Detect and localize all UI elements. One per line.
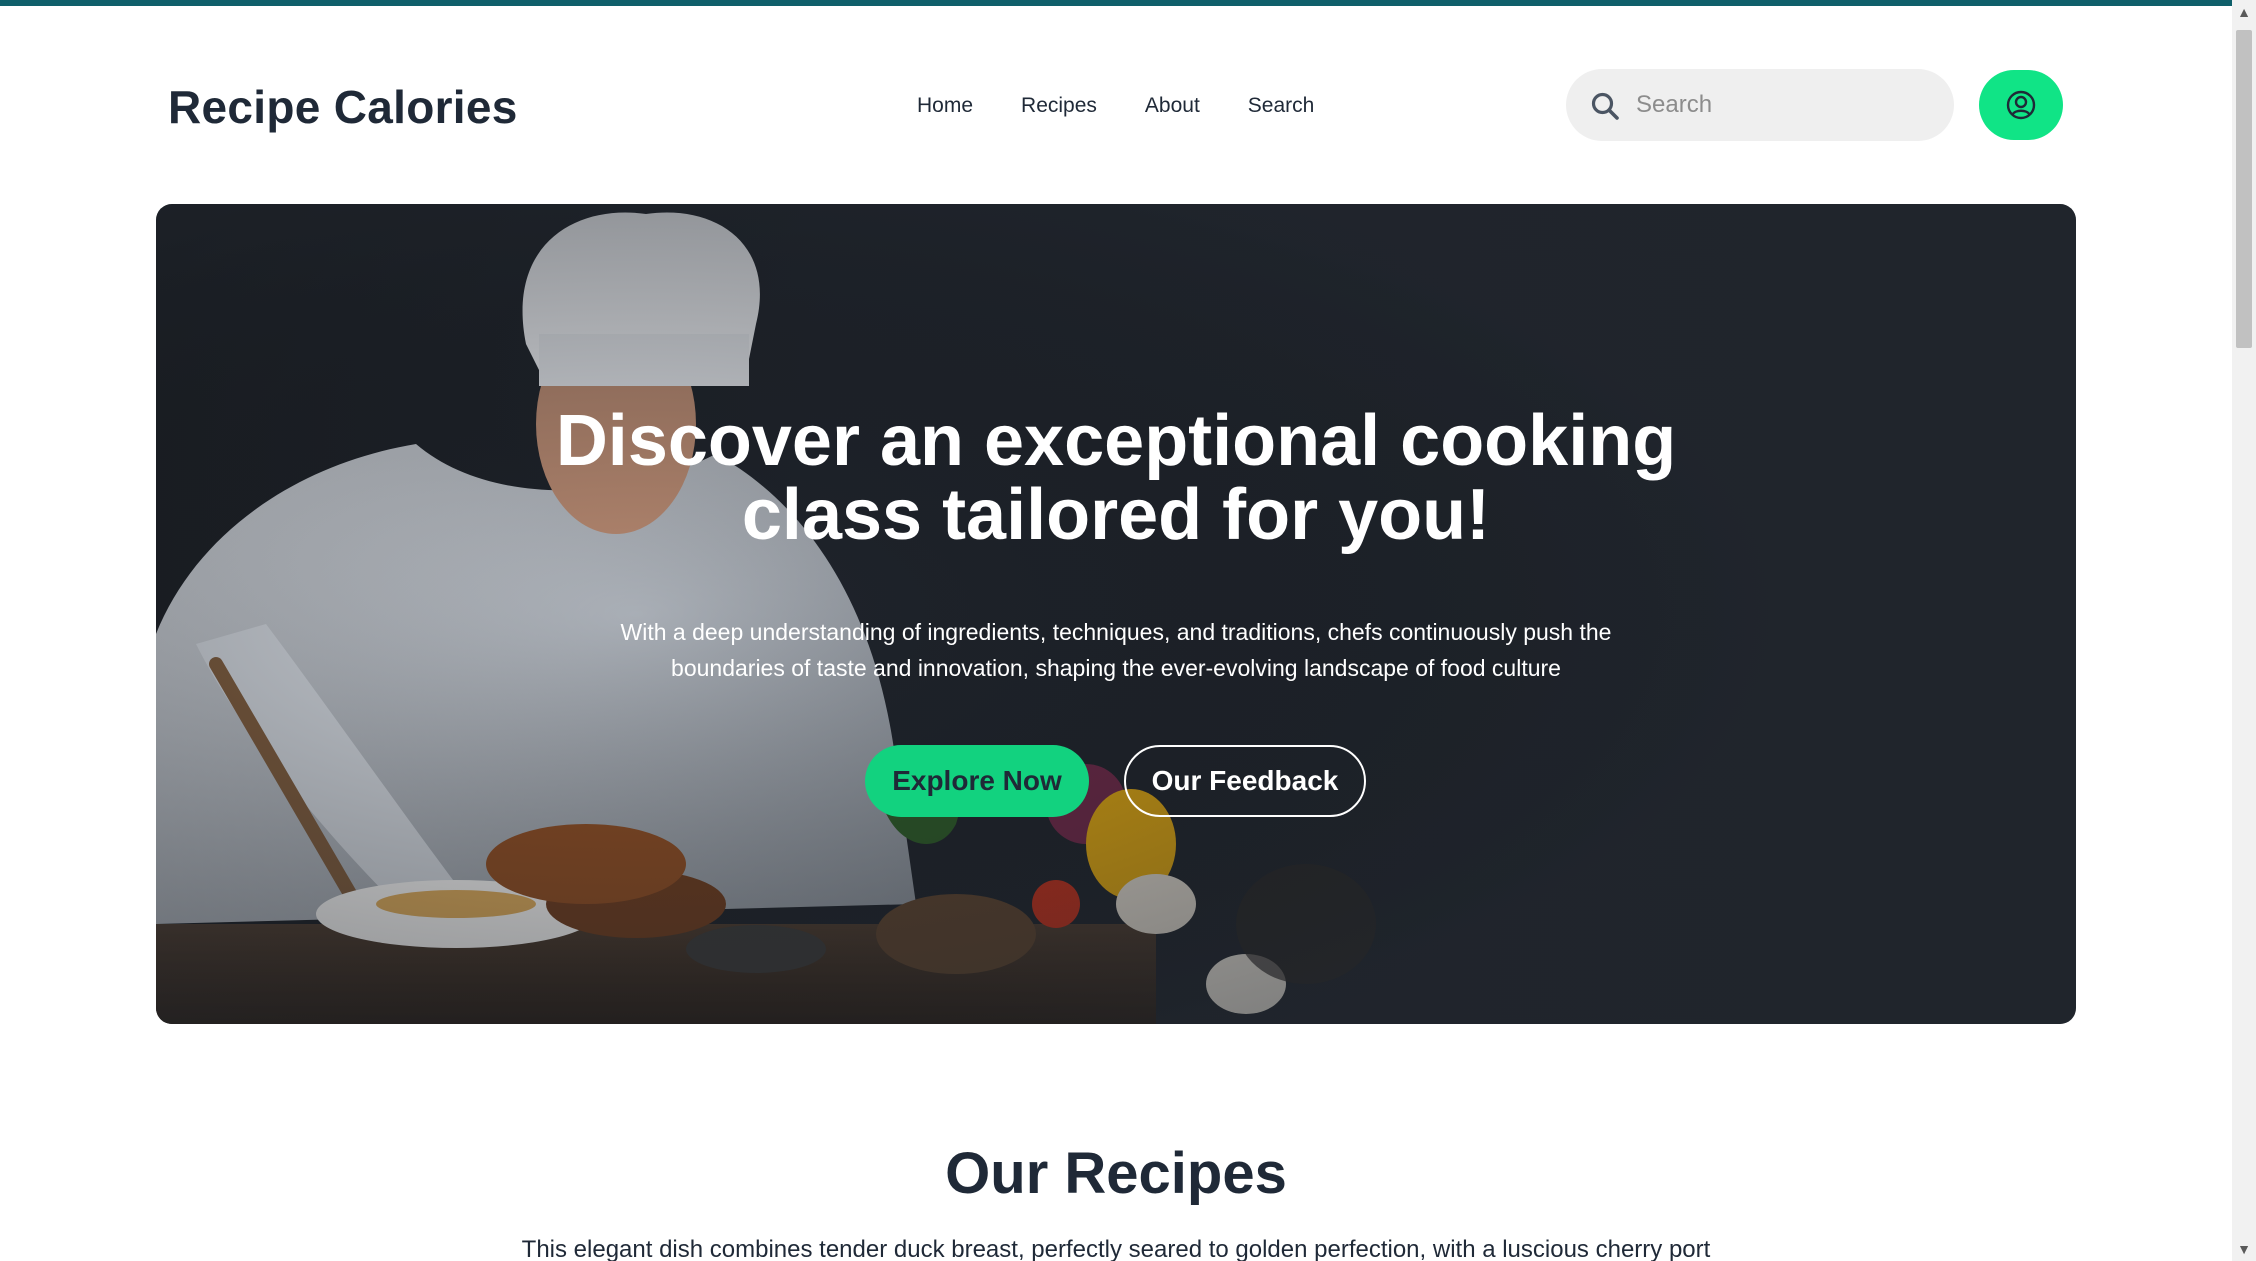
nav-item-home[interactable]: Home <box>917 94 973 118</box>
hero-banner: Discover an exceptional cooking class ta… <box>156 204 2076 1024</box>
recipes-section-text: This elegant dish combines tender duck b… <box>521 1236 1711 1261</box>
recipes-section-title: Our Recipes <box>945 1141 1287 1206</box>
page-scrollbar[interactable]: ▲ ▼ <box>2232 0 2256 1261</box>
nav-item-recipes[interactable]: Recipes <box>1021 94 1097 118</box>
user-circle-icon <box>2006 90 2036 120</box>
nav-item-about[interactable]: About <box>1145 94 1200 118</box>
hero-subtitle-line1: With a deep understanding of ingredients… <box>620 619 1612 645</box>
scrollbar-thumb[interactable] <box>2236 30 2252 348</box>
main-nav: Home Recipes About Search <box>917 94 1314 118</box>
site-header: Recipe Calories Home Recipes About Searc… <box>0 6 2232 198</box>
hero-title-line2: class tailored for you! <box>741 475 1491 555</box>
hero-title-line1: Discover an exceptional cooking <box>555 401 1677 481</box>
search-icon <box>1591 92 1619 120</box>
scroll-up-arrow-icon[interactable]: ▲ <box>2232 0 2256 24</box>
site-logo[interactable]: Recipe Calories <box>168 80 518 134</box>
search-input[interactable] <box>1636 69 1936 141</box>
scroll-down-arrow-icon[interactable]: ▼ <box>2232 1237 2256 1261</box>
nav-item-search[interactable]: Search <box>1248 94 1315 118</box>
explore-now-button[interactable]: Explore Now <box>865 745 1089 817</box>
our-feedback-button[interactable]: Our Feedback <box>1124 745 1366 817</box>
hero-subtitle: With a deep understanding of ingredients… <box>536 614 1696 686</box>
account-button[interactable] <box>1979 70 2063 140</box>
search-box <box>1566 69 1954 141</box>
hero-title: Discover an exceptional cooking class ta… <box>516 404 1716 552</box>
hero-subtitle-line2: boundaries of taste and innovation, shap… <box>671 655 1561 681</box>
